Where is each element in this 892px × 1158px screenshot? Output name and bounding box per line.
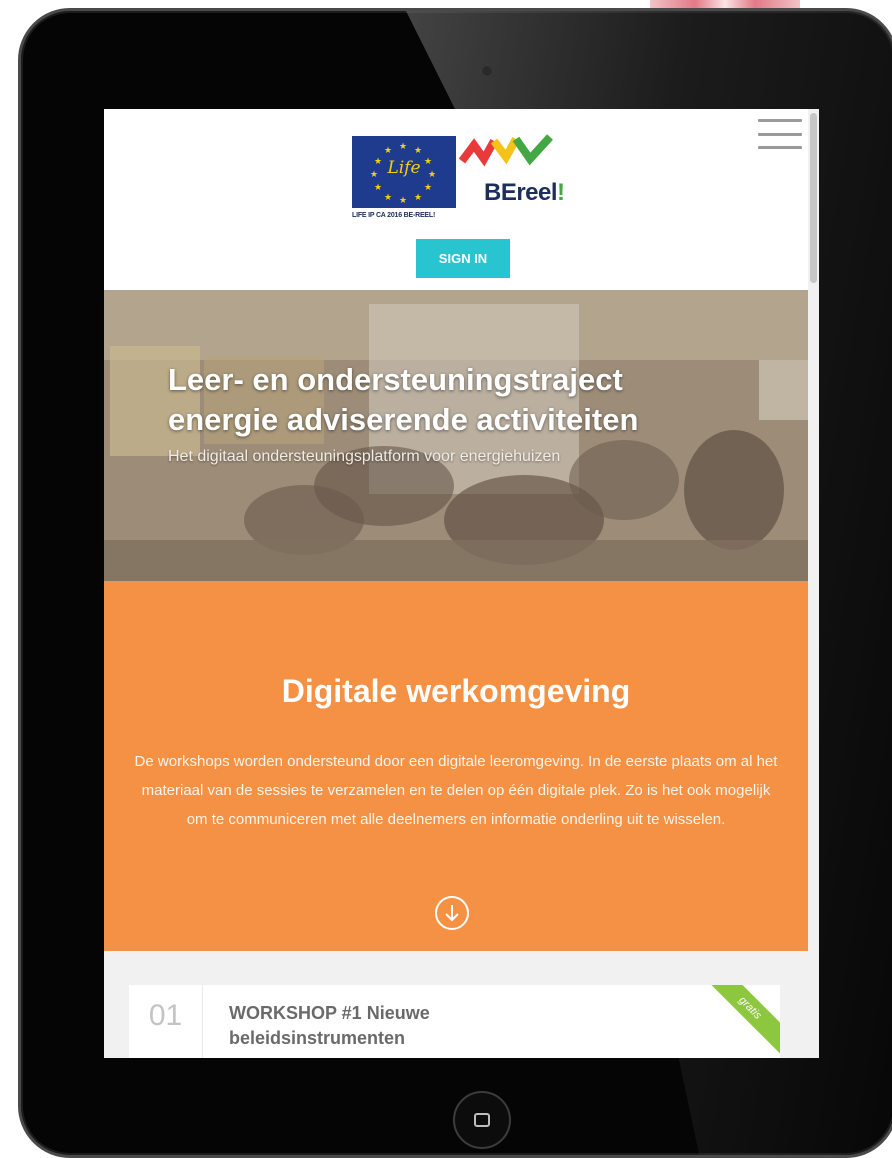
home-button[interactable] bbox=[453, 1091, 511, 1149]
hero-text-block: Leer- en ondersteuningstraject energie ad… bbox=[168, 360, 808, 466]
camera-icon bbox=[482, 66, 492, 76]
site-header: ★ ★ ★ ★ ★ ★ ★ ★ ★ ★ ★ ★ Life LIFE IP CA … bbox=[104, 109, 808, 290]
hero-title: Leer- en ondersteuningstraject energie ad… bbox=[168, 362, 639, 437]
sign-in-button[interactable]: SIGN IN bbox=[416, 239, 510, 278]
free-badge: gratis bbox=[699, 985, 780, 1058]
life-wordmark: Life bbox=[387, 158, 421, 178]
page-content: ★ ★ ★ ★ ★ ★ ★ ★ ★ ★ ★ ★ Life LIFE IP CA … bbox=[104, 109, 808, 1058]
bereel-logo[interactable]: BEreel! bbox=[458, 131, 565, 231]
bereel-wordmark: BEreel! bbox=[484, 179, 565, 206]
workshop-card[interactable]: 01 WORKSHOP #1 Nieuwe beleidsinstrumente… bbox=[129, 985, 780, 1058]
intro-section: Digitale werkomgeving De workshops worde… bbox=[104, 581, 808, 951]
hero-subtitle: Het digitaal ondersteuningsplatform voor… bbox=[168, 448, 561, 465]
menu-icon[interactable] bbox=[758, 119, 802, 149]
tablet-screen: ★ ★ ★ ★ ★ ★ ★ ★ ★ ★ ★ ★ Life LIFE IP CA … bbox=[104, 109, 819, 1058]
home-button-icon bbox=[474, 1113, 490, 1127]
arrow-down-circle-icon[interactable] bbox=[435, 896, 469, 930]
eu-life-logo[interactable]: ★ ★ ★ ★ ★ ★ ★ ★ ★ ★ ★ ★ Life LIFE IP CA … bbox=[352, 136, 456, 224]
workshop-list: 01 WORKSHOP #1 Nieuwe beleidsinstrumente… bbox=[104, 951, 808, 1058]
hero-banner: Leer- en ondersteuningstraject energie ad… bbox=[104, 290, 808, 581]
eu-logo-caption: LIFE IP CA 2016 BE-REEL! bbox=[352, 212, 436, 219]
eu-flag-icon: ★ ★ ★ ★ ★ ★ ★ ★ ★ ★ ★ ★ Life bbox=[352, 136, 456, 208]
workshop-number: 01 bbox=[129, 985, 203, 1058]
bereel-zigzag-icon bbox=[458, 134, 553, 167]
section-heading: Digitale werkomgeving bbox=[281, 673, 631, 709]
workshop-title[interactable]: WORKSHOP #1 Nieuwe beleidsinstrumenten bbox=[229, 1001, 529, 1051]
scrollbar-thumb[interactable] bbox=[810, 113, 817, 283]
scrollbar[interactable] bbox=[808, 109, 819, 1058]
section-body: De workshops worden ondersteund door een… bbox=[134, 753, 778, 828]
